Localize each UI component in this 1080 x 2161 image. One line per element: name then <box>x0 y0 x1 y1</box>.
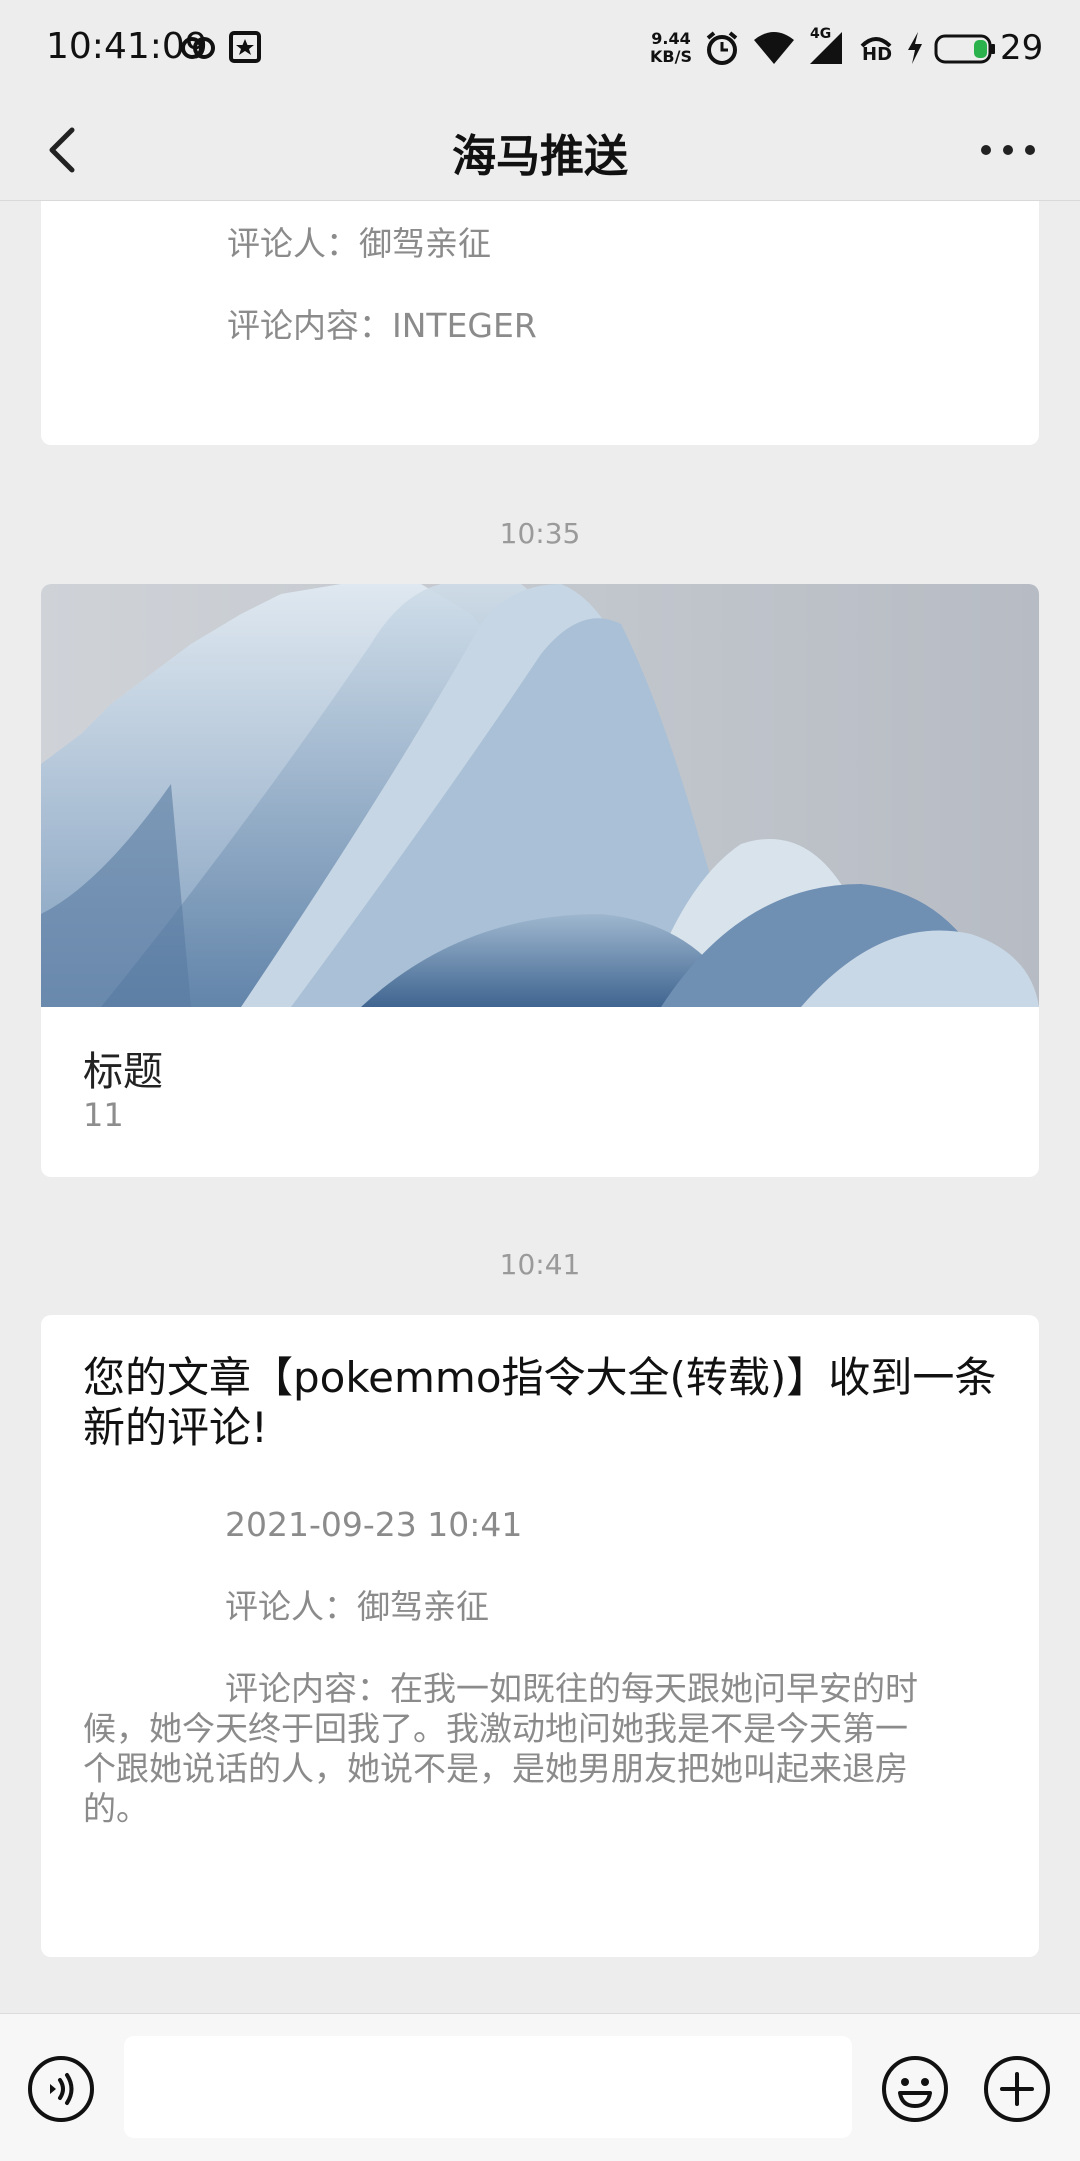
status-bar: 10:41:09 9.44 KB/S 4G HD 29 <box>0 0 1080 100</box>
commenter-text: 评论人：御驾亲征 <box>225 1587 489 1626</box>
page-title: 海马推送 <box>452 131 628 182</box>
wallpaper-image <box>41 584 1039 1007</box>
message-list[interactable]: 评论人：御驾亲征 评论内容：INTEGER 10:35 标题 11 10:41 … <box>0 201 1080 2013</box>
plus-icon <box>984 2056 1050 2122</box>
link-icon <box>181 37 215 59</box>
comment-date: 2021-09-23 10:41 <box>225 1505 523 1544</box>
comment-content-text: 评论内容：INTEGER <box>227 306 537 345</box>
comment-card[interactable]: 评论人：御驾亲征 评论内容：INTEGER <box>41 201 1039 445</box>
message-input[interactable] <box>124 2036 852 2138</box>
nav-bar: 海马推送 <box>0 100 1080 201</box>
battery-percent: 29 <box>1000 28 1044 68</box>
more-dots-icon <box>981 145 1035 155</box>
more-options-button[interactable] <box>972 114 1044 186</box>
message-timestamp: 10:35 <box>499 517 581 550</box>
battery-icon <box>934 34 995 64</box>
comment-notice-card[interactable]: 您的文章【pokemmo指令大全(转载)】收到一条新的评论! 2021-09-2… <box>41 1315 1039 1957</box>
net-speed: 9.44 KB/S <box>650 30 692 66</box>
network-type-label: 4G <box>810 26 832 42</box>
app-badge-icon <box>229 31 261 63</box>
alarm-icon <box>706 31 738 65</box>
more-functions-button[interactable] <box>982 2054 1052 2124</box>
notice-title: 您的文章【pokemmo指令大全(转载)】收到一条新的评论! <box>83 1353 997 1452</box>
net-speed-unit: KB/S <box>650 47 692 66</box>
comment-content-line: 个跟她说话的人，她说不是，是她男朋友把她叫起来退房 <box>83 1749 908 1788</box>
battery-level-fill <box>974 40 987 58</box>
wifi-icon <box>754 32 794 64</box>
comment-content-line: 候，她今天终于回我了。我激动地问她我是不是今天第一 <box>83 1709 908 1748</box>
net-speed-value: 9.44 <box>651 29 691 48</box>
hd-label: HD <box>862 44 893 65</box>
commenter-text: 评论人：御驾亲征 <box>227 224 491 263</box>
input-bar <box>0 2013 1080 2161</box>
voice-button[interactable] <box>26 2054 96 2124</box>
news-title: 标题 <box>83 1049 163 1095</box>
news-description: 11 <box>83 1096 124 1134</box>
hd-voice-icon: HD <box>858 30 894 66</box>
comment-content-line: 的。 <box>83 1789 149 1828</box>
charging-icon <box>908 32 922 64</box>
message-timestamp: 10:41 <box>499 1248 581 1281</box>
comment-content-line: 评论内容：在我一如既往的每天跟她问早安的时 <box>225 1669 918 1708</box>
voice-icon <box>28 2056 94 2122</box>
news-card[interactable]: 标题 11 <box>41 584 1039 1177</box>
emoji-button[interactable] <box>880 2054 950 2124</box>
emoji-icon <box>882 2056 948 2122</box>
